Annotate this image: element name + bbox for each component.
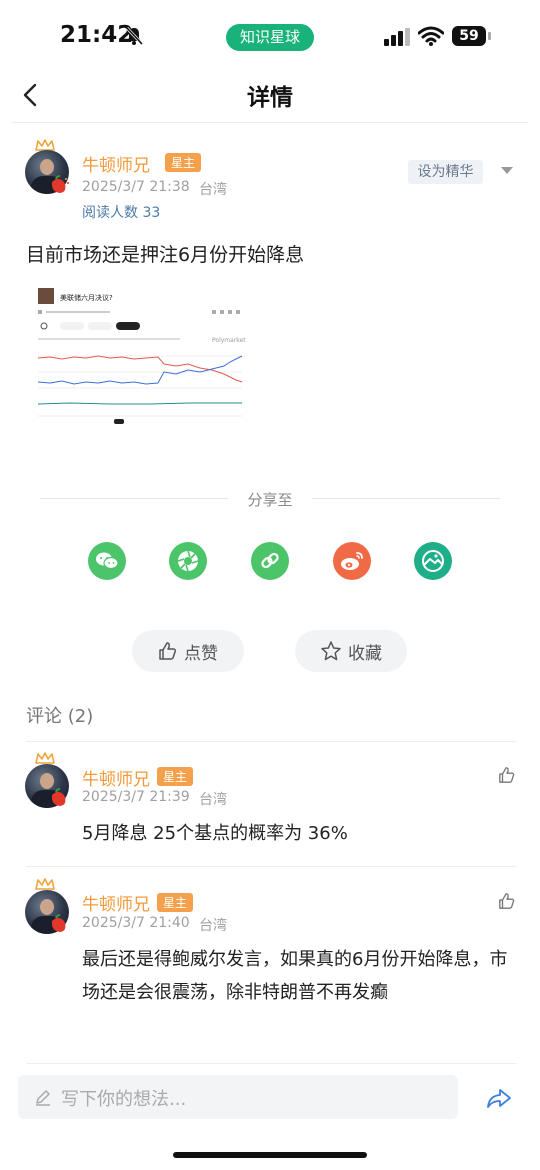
weibo-icon[interactable] <box>333 542 371 580</box>
bell-muted-icon <box>125 26 144 46</box>
set-featured-button[interactable]: 设为精华 <box>408 160 483 184</box>
comment-divider <box>26 866 516 867</box>
comment-datetime: 2025/3/7 21:40 <box>82 915 190 931</box>
read-count: 阅读人数 33 <box>82 202 160 222</box>
app-label-pill: 知识星球 <box>226 24 314 51</box>
pencil-icon <box>36 1090 50 1106</box>
favorite-label: 收藏 <box>348 643 382 664</box>
comment-like-icon[interactable] <box>498 892 516 910</box>
battery-icon: 59 <box>452 26 492 46</box>
thumbs-up-icon <box>159 642 177 660</box>
comment-text: 5月降息 25个基点的概率为 36% <box>82 823 348 844</box>
owner-badge: 星主 <box>157 893 194 912</box>
comment-divider <box>26 1063 516 1064</box>
owner-badge: 星主 <box>165 153 202 172</box>
wechat-icon[interactable] <box>88 542 126 580</box>
wifi-icon <box>418 26 444 46</box>
favorite-button[interactable]: 收藏 <box>295 630 407 672</box>
post-image[interactable]: 美联储六月决议? Polymarket <box>30 282 252 432</box>
battery-level: 59 <box>452 26 486 46</box>
post-text: 目前市场还是押注6月份开始降息 <box>26 244 305 266</box>
home-indicator <box>173 1152 367 1158</box>
page-title: 详情 <box>247 85 293 111</box>
crown-icon <box>35 752 55 764</box>
comment-author-name[interactable]: 牛顿师兄 <box>82 890 150 915</box>
comment-location: 台湾 <box>199 918 227 934</box>
moments-icon[interactable] <box>169 542 207 580</box>
post-datetime: 2025/3/7 21:38 <box>82 179 190 195</box>
more-dropdown-icon[interactable] <box>501 167 513 174</box>
comment-text: 最后还是得鲍威尔发言，如果真的6月份开始降息，市场还是会很震荡，除非特朗普不再发… <box>82 949 508 1003</box>
like-button[interactable]: 点赞 <box>132 630 244 672</box>
pepper-icon <box>51 175 69 193</box>
comment-like-icon[interactable] <box>498 766 516 784</box>
star-icon <box>321 641 341 661</box>
signal-icon <box>384 28 410 46</box>
post-image-source: Polymarket <box>212 337 246 344</box>
pepper-icon <box>51 788 66 806</box>
comment-location: 台湾 <box>199 792 227 808</box>
post-author-name[interactable]: 牛顿师兄 <box>82 151 150 176</box>
comment-datetime: 2025/3/7 21:39 <box>82 789 190 805</box>
crown-icon <box>35 878 55 890</box>
image-icon[interactable] <box>414 542 452 580</box>
like-label: 点赞 <box>184 643 218 664</box>
share-forward-icon[interactable] <box>486 1086 512 1110</box>
comment-input-placeholder[interactable]: 写下你的想法... <box>61 1085 186 1111</box>
comments-divider <box>26 741 516 742</box>
comments-title: 评论 (2) <box>26 706 94 727</box>
comment-author-name[interactable]: 牛顿师兄 <box>82 765 150 790</box>
post-image-series-teal <box>37 402 242 405</box>
pepper-icon <box>51 914 66 932</box>
post-image-title: 美联储六月决议? <box>60 293 113 302</box>
read-count-value: 33 <box>142 205 161 221</box>
post-image-content: 美联储六月决议? Polymarket <box>37 288 246 424</box>
link-icon[interactable] <box>251 542 289 580</box>
status-time: 21:42 <box>60 22 134 48</box>
owner-badge: 星主 <box>157 767 194 786</box>
read-count-label: 阅读人数 <box>82 205 138 221</box>
share-label: 分享至 <box>247 491 293 509</box>
post-location: 台湾 <box>199 182 227 198</box>
header-divider <box>12 122 528 123</box>
